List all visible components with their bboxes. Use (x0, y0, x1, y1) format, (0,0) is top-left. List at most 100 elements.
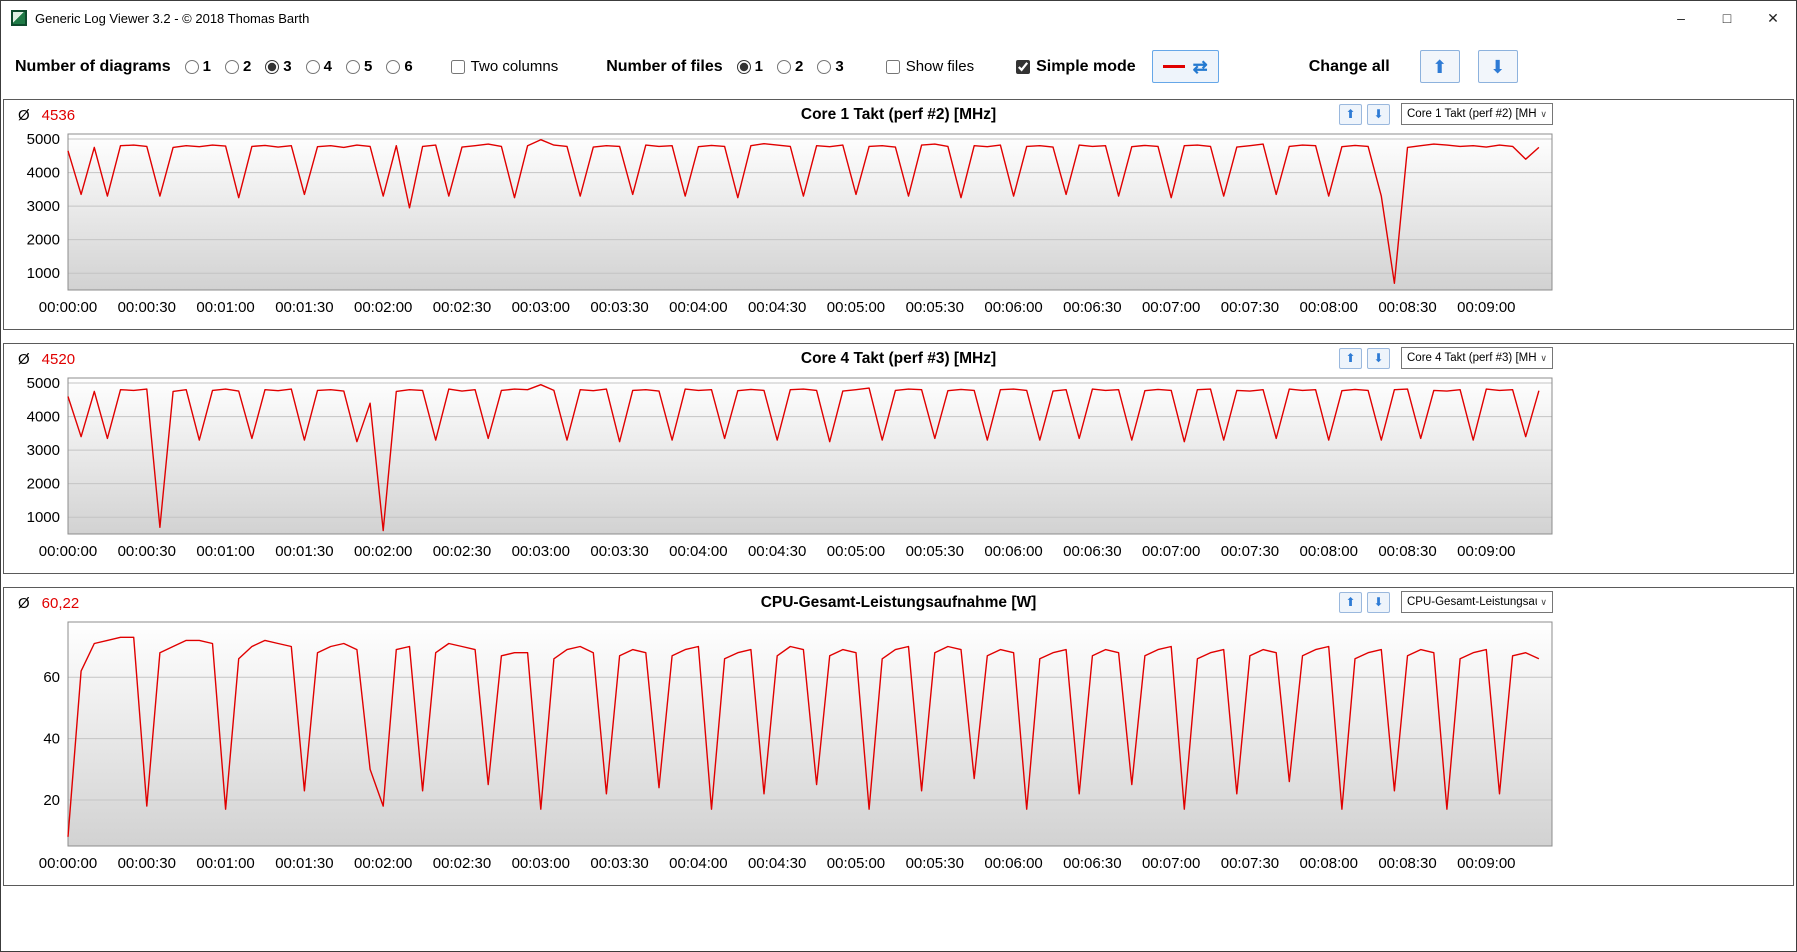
svg-text:00:03:00: 00:03:00 (512, 299, 570, 316)
radio-label: 6 (404, 58, 413, 75)
diagrams-radio-4[interactable] (305, 59, 320, 74)
show-files-input[interactable] (885, 59, 900, 74)
svg-text:00:06:00: 00:06:00 (984, 855, 1042, 872)
line-chart-canvas[interactable]: 1000 2000 3000 4000 5000 00:00:00 00:00:30 00:0… (12, 128, 1793, 324)
close-button[interactable]: ✕ (1750, 1, 1796, 35)
files-option-3[interactable]: 3 (817, 58, 844, 75)
chevron-down-icon: ∨ (1540, 352, 1547, 363)
files-radio-2[interactable] (777, 59, 792, 74)
files-radio-1[interactable] (736, 59, 751, 74)
two-columns-label: Two columns (470, 58, 559, 75)
svg-text:4000: 4000 (27, 409, 60, 426)
signal-select-dropdown[interactable]: Core 4 Takt (perf #3) [MH ∨ (1401, 347, 1553, 369)
change-all-up-button[interactable]: ⬆ (1419, 50, 1460, 83)
svg-text:1000: 1000 (27, 509, 60, 526)
simple-mode-checkbox[interactable]: Simple mode (1016, 58, 1136, 76)
line-color-refresh-button[interactable]: ⇄ (1151, 50, 1219, 83)
diagrams-option-4[interactable]: 4 (305, 58, 332, 75)
average-symbol: Ø (18, 350, 30, 368)
chart-panel-cpu-power: Ø 60,22 CPU-Gesamt-Leistungsaufnahme [W]… (3, 587, 1794, 886)
app-icon (11, 10, 27, 26)
svg-text:5000: 5000 (27, 131, 60, 148)
diagrams-radio-3[interactable] (265, 59, 280, 74)
diagrams-radio-2[interactable] (224, 59, 239, 74)
svg-text:00:02:30: 00:02:30 (433, 855, 491, 872)
svg-text:00:02:00: 00:02:00 (354, 855, 412, 872)
chart-panel-core1: Ø 4536 Core 1 Takt (perf #2) [MHz] ⬆ ⬇ C… (3, 99, 1794, 330)
move-chart-up-button[interactable]: ⬆ (1339, 103, 1362, 125)
svg-text:00:05:00: 00:05:00 (827, 543, 885, 560)
svg-text:00:03:00: 00:03:00 (512, 855, 570, 872)
line-chart-canvas[interactable]: 1000 2000 3000 4000 5000 00:00:00 00:00:30 00:0… (12, 372, 1793, 568)
svg-text:00:01:30: 00:01:30 (275, 543, 333, 560)
svg-text:00:04:00: 00:04:00 (669, 299, 727, 316)
average-value: 4536 (41, 106, 76, 124)
svg-text:00:01:30: 00:01:30 (275, 299, 333, 316)
chart-header: Ø 60,22 CPU-Gesamt-Leistungsaufnahme [W]… (12, 590, 1785, 616)
simple-mode-input[interactable] (1016, 59, 1031, 74)
radio-label: 1 (754, 58, 764, 75)
svg-text:00:09:00: 00:09:00 (1457, 543, 1515, 560)
svg-text:00:03:00: 00:03:00 (512, 543, 570, 560)
minimize-icon: – (1677, 10, 1685, 26)
svg-text:00:08:00: 00:08:00 (1300, 543, 1358, 560)
svg-text:00:08:00: 00:08:00 (1300, 855, 1358, 872)
diagrams-option-1[interactable]: 1 (184, 58, 211, 75)
svg-text:00:02:30: 00:02:30 (433, 543, 491, 560)
line-chart-canvas[interactable]: 20 40 60 00:00:00 00:00:30 00:01:00 00:01:30 00… (12, 616, 1793, 880)
move-chart-up-button[interactable]: ⬆ (1339, 347, 1362, 369)
minimize-button[interactable]: – (1658, 1, 1704, 35)
diagrams-option-2[interactable]: 2 (224, 58, 251, 75)
diagrams-radio-1[interactable] (184, 59, 199, 74)
diagrams-radio-6[interactable] (386, 59, 401, 74)
svg-text:00:04:30: 00:04:30 (748, 299, 806, 316)
arrow-up-icon: ⬆ (1432, 56, 1448, 77)
svg-text:00:07:00: 00:07:00 (1142, 299, 1200, 316)
chart-header: Ø 4520 Core 4 Takt (perf #3) [MHz] ⬆ ⬇ C… (12, 346, 1785, 372)
signal-select-dropdown[interactable]: Core 1 Takt (perf #2) [MH ∨ (1401, 103, 1553, 125)
close-icon: ✕ (1767, 9, 1779, 26)
files-option-2[interactable]: 2 (777, 58, 803, 75)
chevron-down-icon: ∨ (1540, 108, 1547, 119)
svg-text:00:06:00: 00:06:00 (984, 543, 1042, 560)
svg-text:00:02:00: 00:02:00 (354, 543, 412, 560)
diagrams-option-3[interactable]: 3 (265, 58, 292, 75)
diagrams-option-5[interactable]: 5 (345, 58, 372, 75)
svg-text:00:01:30: 00:01:30 (275, 855, 333, 872)
diagrams-radio-5[interactable] (345, 59, 360, 74)
dropdown-value: Core 1 Takt (perf #2) [MH (1407, 108, 1537, 120)
svg-text:00:08:30: 00:08:30 (1378, 299, 1436, 316)
average-display: Ø 4520 (18, 351, 75, 368)
move-chart-up-button[interactable]: ⬆ (1339, 591, 1362, 613)
svg-text:00:02:00: 00:02:00 (354, 299, 412, 316)
move-chart-down-button[interactable]: ⬇ (1367, 103, 1390, 125)
svg-text:00:06:30: 00:06:30 (1063, 299, 1121, 316)
two-columns-input[interactable] (450, 59, 465, 74)
svg-text:60: 60 (43, 669, 60, 686)
svg-text:00:02:30: 00:02:30 (433, 299, 491, 316)
files-option-1[interactable]: 1 (736, 58, 764, 75)
svg-text:00:07:00: 00:07:00 (1142, 543, 1200, 560)
diagrams-option-6[interactable]: 6 (386, 58, 413, 75)
arrow-up-icon: ⬆ (1345, 595, 1356, 609)
show-files-checkbox[interactable]: Show files (885, 58, 974, 75)
two-columns-checkbox[interactable]: Two columns (450, 58, 559, 75)
svg-text:00:08:00: 00:08:00 (1300, 299, 1358, 316)
signal-select-dropdown[interactable]: CPU-Gesamt-Leistungsau ∨ (1401, 591, 1553, 613)
radio-label: 2 (795, 58, 804, 75)
chart-panel-core4: Ø 4520 Core 4 Takt (perf #3) [MHz] ⬆ ⬇ C… (3, 343, 1794, 574)
change-all-down-button[interactable]: ⬇ (1477, 50, 1518, 83)
svg-text:00:00:00: 00:00:00 (39, 543, 97, 560)
arrow-up-icon: ⬆ (1345, 107, 1356, 121)
svg-text:00:09:00: 00:09:00 (1457, 299, 1515, 316)
chart-controls: ⬆ ⬇ Core 4 Takt (perf #3) [MH ∨ (1339, 347, 1553, 369)
maximize-button[interactable]: □ (1704, 1, 1750, 35)
svg-text:00:08:30: 00:08:30 (1378, 855, 1436, 872)
move-chart-down-button[interactable]: ⬇ (1367, 347, 1390, 369)
files-radio-3[interactable] (817, 59, 832, 74)
radio-label: 1 (202, 58, 211, 75)
svg-text:00:03:30: 00:03:30 (590, 543, 648, 560)
diagrams-radio-group: 1 2 3 4 5 6 (184, 58, 427, 75)
svg-text:5000: 5000 (27, 375, 60, 392)
move-chart-down-button[interactable]: ⬇ (1367, 591, 1390, 613)
